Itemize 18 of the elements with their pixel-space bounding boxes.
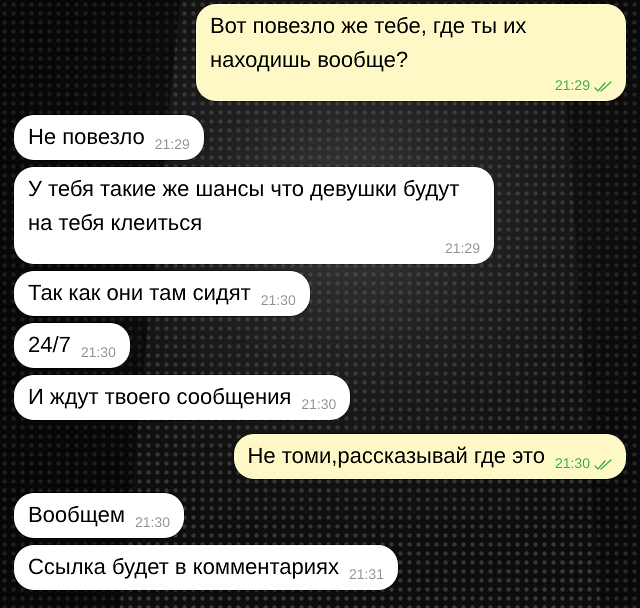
message-text: Вообщем [28,501,125,529]
message-text: 24/7 [28,331,71,359]
message-time: 21:30 [260,292,296,308]
message-time: 21:30 [554,455,590,471]
message-text: Не томи,рассказывай где это [248,442,545,470]
message-time: 21:30 [301,396,336,412]
message-time: 21:29 [154,136,190,152]
message-text: И ждут твоего сообщения [28,383,292,411]
message-time: 21:29 [554,77,590,93]
message-time: 21:29 [444,240,480,256]
message-text: Ссылка будет в комментариях [28,553,339,581]
message-time: 21:30 [80,344,116,360]
message-time: 21:30 [134,514,170,530]
message-time: 21:31 [348,566,384,582]
message-text: Вот повезло же тебе, где ты их находишь вообще? [210,12,528,74]
message-text: У тебя такие же шансы что девушки будут на тебя клеиться [28,175,460,237]
message-text: Не повезло [28,123,145,151]
message-text: Так как они там сидят [28,279,251,307]
